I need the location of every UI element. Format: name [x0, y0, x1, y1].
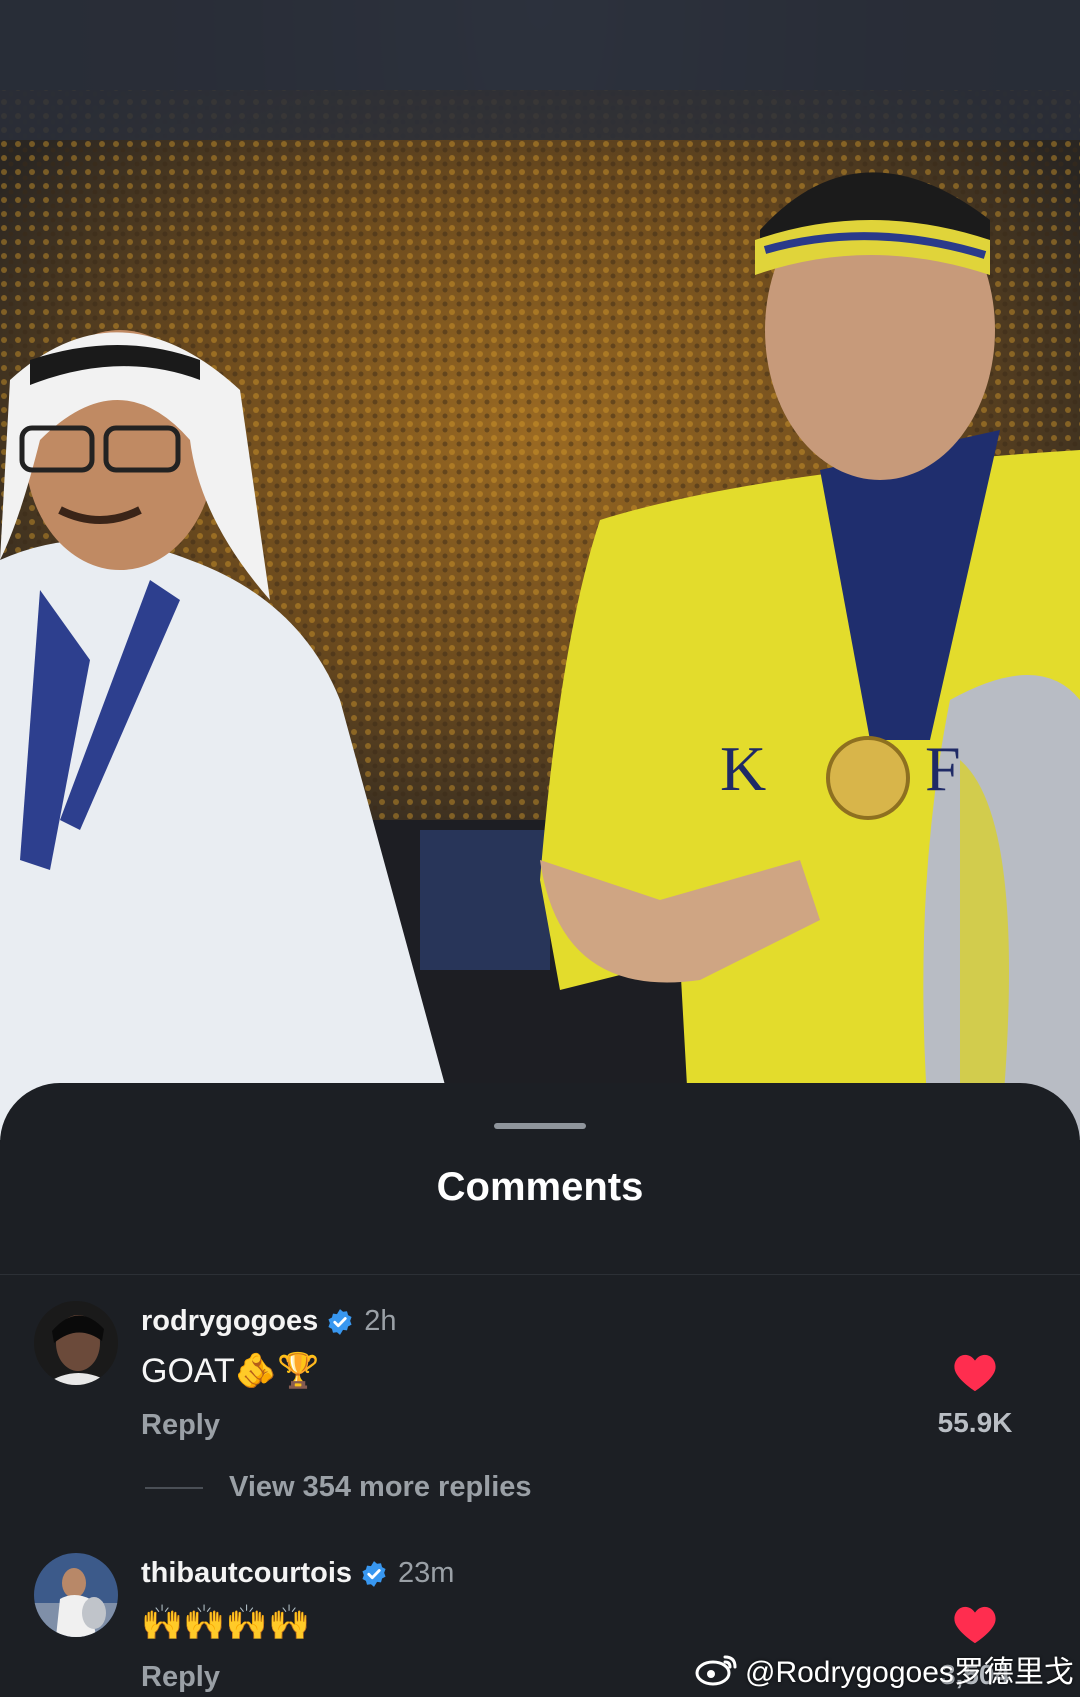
comment-time: 23m: [398, 1557, 455, 1589]
avatar-image: [34, 1553, 118, 1637]
comment-username[interactable]: thibautcourtois: [141, 1557, 352, 1590]
avatar-image: [34, 1301, 118, 1385]
like-button[interactable]: 55.9K: [910, 1353, 1040, 1439]
video-frame-illustration: K F: [0, 0, 1080, 1140]
comments-sheet: Comments rodrygogoes 2h GOAT🫵🏆 Reply 55.…: [0, 1083, 1080, 1697]
heart-icon: [954, 1354, 996, 1392]
comment-username[interactable]: rodrygogoes: [141, 1305, 318, 1338]
verified-badge-icon: [362, 1560, 386, 1587]
sheet-drag-handle[interactable]: [494, 1123, 586, 1129]
verified-badge-icon: [328, 1308, 352, 1335]
comment-text: 🙌🙌🙌🙌: [141, 1604, 311, 1642]
sheet-divider: [0, 1274, 1080, 1275]
comment-time: 2h: [364, 1305, 397, 1337]
sheet-title: Comments: [436, 1165, 644, 1209]
avatar[interactable]: [34, 1553, 118, 1637]
svg-text:F: F: [925, 733, 961, 804]
comment-meta: thibautcourtois 23m: [141, 1557, 454, 1590]
comment-meta: rodrygogoes 2h: [141, 1305, 397, 1338]
heart-icon: [954, 1606, 996, 1644]
svg-text:K: K: [720, 733, 766, 804]
view-more-replies-label: View 354 more replies: [229, 1471, 532, 1503]
video-background[interactable]: K F: [0, 0, 1080, 1140]
watermark-text: @Rodrygogoes罗德里戈: [745, 1656, 1074, 1689]
reply-button[interactable]: Reply: [141, 1409, 220, 1442]
reply-button[interactable]: Reply: [141, 1661, 220, 1694]
comment-text: GOAT🫵🏆: [141, 1352, 320, 1390]
view-more-replies[interactable]: View 354 more replies: [145, 1471, 532, 1504]
avatar[interactable]: [34, 1301, 118, 1385]
weibo-icon: [695, 1655, 737, 1686]
weibo-watermark: @Rodrygogoes罗德里戈: [695, 1647, 1074, 1691]
replies-line: [145, 1486, 203, 1489]
like-count: 55.9K: [937, 1407, 1013, 1438]
